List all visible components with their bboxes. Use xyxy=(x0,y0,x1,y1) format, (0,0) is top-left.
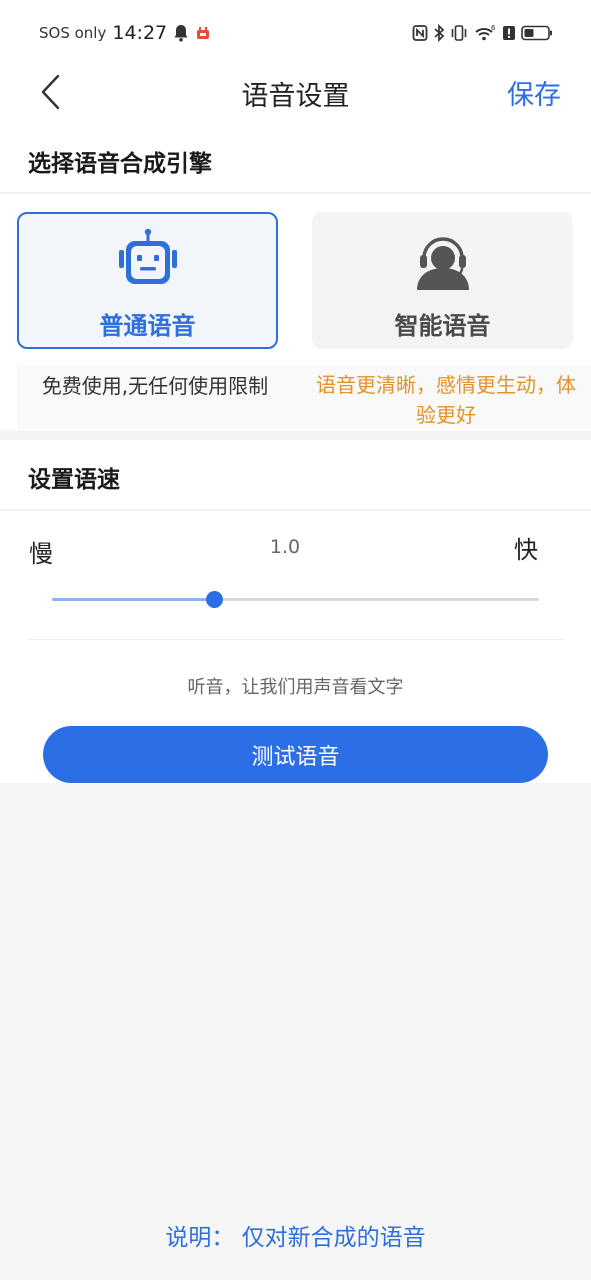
slider-fill xyxy=(52,598,215,601)
divider xyxy=(28,639,564,640)
engine-option-smart[interactable]: 智能语音 xyxy=(312,212,573,349)
status-left: SOS only 14:27 xyxy=(39,20,211,46)
nfc-icon xyxy=(412,24,428,42)
fast-label: 快 xyxy=(514,536,538,564)
speed-slider[interactable] xyxy=(52,588,539,612)
engine-section-title: 选择语音合成引擎 xyxy=(28,151,212,177)
smart-description: 语音更清晰，感情更生动，体验更好 xyxy=(316,373,576,427)
page-title: 语音设置 xyxy=(241,81,350,112)
save-button[interactable]: 保存 xyxy=(507,73,561,112)
clock: 14:27 xyxy=(112,22,168,44)
bluetooth-icon xyxy=(433,24,445,42)
slow-label: 慢 xyxy=(29,540,53,568)
app-header: 语音设置 保存 xyxy=(0,64,591,120)
engine-option-label: 智能语音 xyxy=(394,312,491,340)
carrier-label: SOS only xyxy=(39,24,107,42)
standard-description: 免费使用,无任何使用限制 xyxy=(41,374,269,398)
speed-section-title: 设置语速 xyxy=(28,467,120,493)
listen-hint: 听音，让我们用声音看文字 xyxy=(187,677,404,698)
divider xyxy=(0,509,591,511)
headset-user-icon xyxy=(314,228,571,290)
divider xyxy=(0,192,591,194)
bell-icon xyxy=(173,24,189,42)
status-right: 6 xyxy=(412,20,553,46)
speed-value: 1.0 xyxy=(269,536,301,558)
vibrate-icon xyxy=(450,24,468,42)
app-notification-icon xyxy=(195,25,211,41)
engine-option-standard[interactable]: 普通语音 xyxy=(17,212,278,349)
slider-thumb[interactable] xyxy=(206,591,224,608)
signal-badge: 6 xyxy=(491,24,496,32)
battery-icon xyxy=(521,24,553,42)
wifi-icon: 6 xyxy=(473,24,497,42)
section-separator xyxy=(0,430,591,440)
alert-icon xyxy=(502,24,516,42)
status-bar: SOS only 14:27 6 xyxy=(0,0,591,64)
footer-note: 说明： 仅对新合成的语音 xyxy=(165,1225,426,1251)
test-voice-button[interactable]: 测试语音 xyxy=(43,726,548,783)
robot-icon xyxy=(19,228,276,290)
engine-option-label: 普通语音 xyxy=(99,312,196,340)
